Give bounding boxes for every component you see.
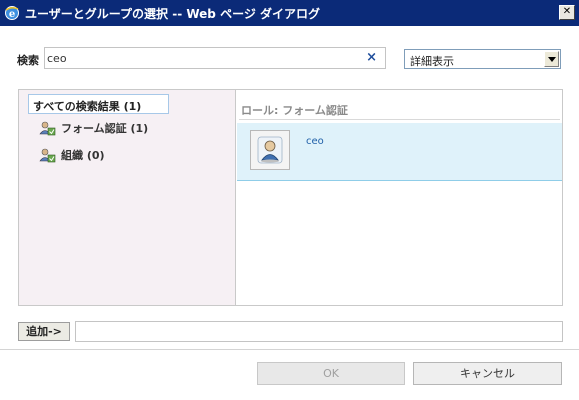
tree-item-organization[interactable]: 組織 (0) (39, 146, 105, 164)
search-input[interactable]: ceo × (44, 47, 386, 69)
tree-item-label: フォーム認証 (1) (61, 122, 149, 135)
add-selection-input[interactable] (75, 321, 563, 342)
result-name-link[interactable]: ceo (306, 136, 324, 147)
search-input-value: ceo (47, 52, 67, 65)
cancel-button[interactable]: キャンセル (413, 362, 562, 385)
all-results-item[interactable]: すべての検索結果 (1) (28, 94, 169, 114)
dropdown-arrow-icon[interactable] (544, 51, 559, 67)
result-item[interactable]: ceo (237, 123, 562, 181)
results-panel: すべての検索結果 (1) フォーム認証 (1) 組織 (0) ロール: フォーム… (18, 89, 563, 306)
title-bar: e ユーザーとグループの選択 -- Web ページ ダイアログ ✕ (0, 0, 579, 26)
category-tree: すべての検索結果 (1) フォーム認証 (1) 組織 (0) (19, 90, 236, 305)
add-button[interactable]: 追加-> (18, 322, 70, 341)
result-list: ロール: フォーム認証 ceo (237, 90, 562, 305)
view-mode-value: 詳細表示 (410, 55, 454, 68)
user-icon (257, 136, 283, 164)
search-label: 検索 (17, 54, 39, 67)
internet-explorer-icon: e (4, 5, 20, 21)
group-header: ロール: フォーム認証 (241, 104, 348, 117)
ok-button[interactable]: OK (257, 362, 405, 385)
clear-search-icon[interactable]: × (366, 50, 377, 65)
footer-divider (0, 349, 579, 350)
users-group-icon (39, 148, 56, 163)
view-mode-select[interactable]: 詳細表示 (404, 49, 561, 69)
tree-item-label: 組織 (0) (61, 149, 105, 162)
users-group-icon (39, 121, 56, 136)
svg-text:e: e (9, 9, 15, 20)
window-title: ユーザーとグループの選択 -- Web ページ ダイアログ (25, 6, 321, 21)
close-button[interactable]: ✕ (559, 5, 575, 20)
tree-item-forms-auth[interactable]: フォーム認証 (1) (39, 119, 148, 137)
user-avatar (250, 130, 290, 170)
group-divider (239, 119, 560, 120)
